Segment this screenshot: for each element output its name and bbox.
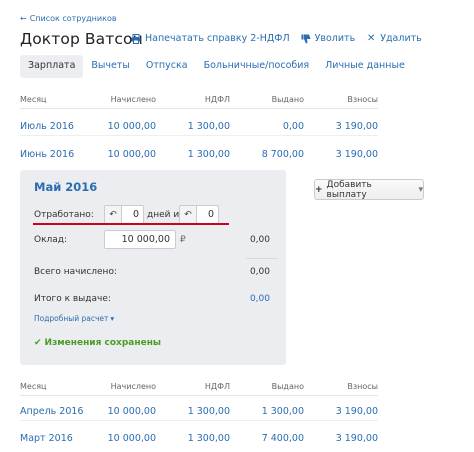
panel-month-title: Май 2016 [34,180,98,194]
back-arrow-icon: ← [20,14,27,23]
table-row[interactable]: Апрель 2016 10 000,00 1 300,00 1 300,00 … [20,403,378,421]
divider [246,258,278,259]
total-accrued-value: 0,00 [249,267,270,277]
check-icon: ✔ [34,338,42,348]
tab-vacations[interactable]: Отпуска [138,55,196,78]
delete-button[interactable]: ✕ Удалить [366,33,422,44]
tab-personal-data[interactable]: Личные данные [317,55,413,78]
to-pay-label: Итого к выдаче: [34,294,111,304]
tab-bar: Зарплата Вычеты Отпуска Больничные/пособ… [20,55,413,78]
tab-deductions[interactable]: Вычеты [83,55,138,78]
thumb-down-icon [301,34,311,44]
undo-icon[interactable]: ↶ [180,206,197,223]
plus-icon: + [315,184,323,195]
salary-label: Оклад: [34,235,68,245]
currency-sign: ₽ [180,235,186,245]
to-pay-value[interactable]: 0,00 [240,294,270,304]
days-total-field[interactable]: ↶ 0 [179,205,219,224]
header-actions: Напечатать справку 2-НДФЛ Уволить ✕ Удал… [131,33,422,44]
table-header: Месяц Начислено НДФЛ Выдано Взносы [20,91,378,109]
salary-result: 0,00 [249,235,270,245]
add-payment-button[interactable]: + Добавить выплату ▾ [314,179,424,200]
salary-input[interactable]: 10 000,00 [104,230,176,249]
print-2ndfl-button[interactable]: Напечатать справку 2-НДФЛ [131,33,290,44]
chevron-down-icon: ▾ [110,314,115,323]
detailed-calc-toggle[interactable]: Подробный расчет ▾ [34,314,114,323]
print-icon [131,33,141,44]
table-row[interactable]: Июнь 2016 10 000,00 1 300,00 8 700,00 3 … [20,145,378,163]
saved-status: ✔ Изменения сохранены [34,338,162,348]
tab-sick-leave[interactable]: Больничные/пособия [196,55,318,78]
highlight-underline [33,223,229,225]
worked-days-field[interactable]: ↶ 0 [104,205,144,224]
back-link[interactable]: ← Список сотрудников [20,14,117,23]
page-title: Доктор Ватсон [20,30,143,48]
chevron-down-icon: ▾ [418,184,423,195]
fire-button[interactable]: Уволить [301,33,355,44]
total-accrued-label: Всего начислено: [34,267,117,277]
close-icon: ✕ [366,32,376,44]
tab-salary[interactable]: Зарплата [20,55,84,78]
table-row[interactable]: Март 2016 10 000,00 1 300,00 7 400,00 3 … [20,429,378,447]
table-header: Месяц Начислено НДФЛ Выдано Взносы [20,378,378,396]
undo-icon[interactable]: ↶ [105,206,122,223]
table-row[interactable]: Июль 2016 10 000,00 1 300,00 0,00 3 190,… [20,118,378,136]
back-link-label: Список сотрудников [29,14,117,23]
worked-label: Отработано: [34,210,94,220]
